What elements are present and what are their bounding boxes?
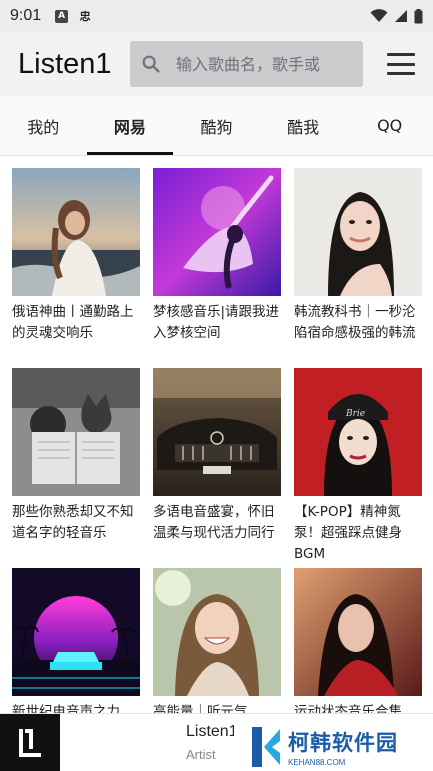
watermark-logo-icon: [252, 727, 280, 767]
search-input[interactable]: [176, 54, 336, 74]
playlist-card[interactable]: Brie 【K-POP】精神氮泵！超强踩点健身BGM: [294, 368, 422, 568]
status-bar: 9:01 A 忠: [0, 0, 433, 32]
source-tabs: 我的 网易 酷狗 酷我 QQ: [0, 96, 433, 156]
watermark-name: 柯韩软件园: [288, 731, 398, 755]
hamburger-menu-icon[interactable]: [387, 53, 415, 75]
playlist-cover-smiling-girl: [153, 568, 281, 696]
playlist-card[interactable]: 多语电音盛宴，怀旧温柔与现代活力同行: [153, 368, 281, 568]
playlist-cover-child-and-cat-reading: [12, 368, 140, 496]
tab-kugou[interactable]: 酷狗: [173, 96, 260, 155]
playlist-cover-girl-in-red: [294, 568, 422, 696]
playlist-cover-girl-by-sea: [12, 168, 140, 296]
tab-qq[interactable]: QQ: [346, 96, 433, 155]
notification-a-icon: A: [55, 9, 69, 23]
tab-kuwo[interactable]: 酷我: [260, 96, 347, 155]
playlist-card[interactable]: 俄语神曲丨通勤路上的灵魂交响乐: [12, 168, 140, 368]
now-playing-artist: Artist: [186, 747, 216, 762]
now-playing-title: Listen1: [186, 723, 238, 740]
playlist-title: 多语电音盛宴，怀旧温柔与现代活力同行: [153, 504, 275, 541]
playlist-title: 【K-POP】精神氮泵！超强踩点健身BGM: [294, 504, 402, 562]
app-notification-icon: 忠: [79, 10, 91, 23]
playlist-title: 梦核感音乐|请跟我进入梦核空间: [153, 304, 280, 341]
playlist-cover-korean-woman-portrait: [294, 168, 422, 296]
svg-text:Brie: Brie: [345, 409, 365, 419]
playlist-card[interactable]: 韩流教科书｜一秒沦陷宿命感极强的韩流: [294, 168, 422, 368]
app-title: Listen1: [18, 47, 112, 80]
playlist-cover-vintage-mercedes: [153, 368, 281, 496]
playlist-card[interactable]: 梦核感音乐|请跟我进入梦核空间: [153, 168, 281, 368]
app-bar: Listen1: [0, 32, 433, 96]
battery-icon: [414, 8, 423, 23]
playlist-title: 那些你熟悉却又不知道名字的轻音乐: [12, 504, 134, 541]
watermark: 柯韩软件园 KEHAN88.COM: [234, 723, 433, 771]
playlist-cover-kpop-idol-beanie: Brie: [294, 368, 422, 496]
playlist-cover-synthwave-car: [12, 568, 140, 696]
tab-mine[interactable]: 我的: [0, 96, 87, 155]
playlist-title: 韩流教科书｜一秒沦陷宿命感极强的韩流: [294, 304, 416, 341]
search-icon: [142, 55, 160, 73]
playlist-grid: 俄语神曲丨通勤路上的灵魂交响乐 梦核感音乐|请跟我进入梦核空间 韩流教科书｜一秒…: [12, 168, 422, 768]
listen1-logo-icon[interactable]: [0, 713, 60, 771]
status-time: 9:01: [10, 7, 42, 24]
watermark-url: KEHAN88.COM: [288, 758, 346, 767]
wifi-icon: [370, 9, 388, 22]
now-playing-info[interactable]: Listen1 Artist: [186, 714, 238, 771]
tab-netease[interactable]: 网易: [86, 96, 174, 155]
playlist-cover-dancer-in-purple: [153, 168, 281, 296]
search-box[interactable]: [130, 41, 363, 87]
signal-icon: [395, 10, 407, 22]
playlist-card[interactable]: 那些你熟悉却又不知道名字的轻音乐: [12, 368, 140, 568]
playlist-title: 俄语神曲丨通勤路上的灵魂交响乐: [12, 304, 134, 341]
